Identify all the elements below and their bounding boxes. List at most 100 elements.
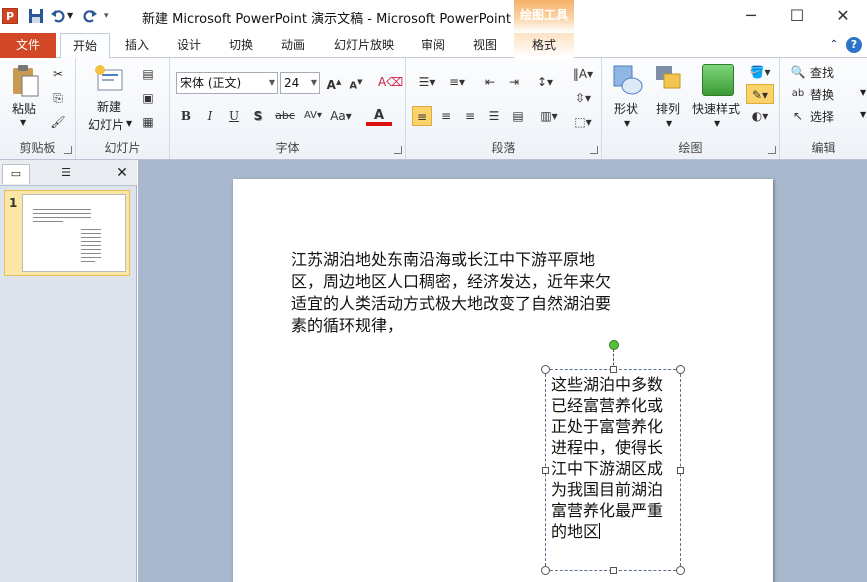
- select-icon[interactable]: ↖: [788, 106, 808, 126]
- maximize-icon[interactable]: ☐: [774, 0, 820, 32]
- paste-button[interactable]: 粘贴: [12, 100, 36, 117]
- minimize-icon[interactable]: ─: [728, 0, 774, 32]
- new-slide-label[interactable]: 新建: [97, 98, 121, 115]
- minimize-ribbon-icon[interactable]: ⌃: [826, 33, 842, 58]
- align-right-icon[interactable]: ≡: [460, 106, 480, 126]
- shrink-font-icon[interactable]: A▼: [346, 72, 366, 92]
- slides-tab-icon[interactable]: ▭: [2, 164, 30, 184]
- increase-indent-icon[interactable]: ⇥: [504, 72, 524, 92]
- quick-styles-button[interactable]: 快速样式: [692, 100, 740, 117]
- format-painter-icon[interactable]: 🖌: [48, 112, 68, 132]
- font-size-dropdown-icon[interactable]: ▼: [311, 73, 317, 93]
- italic-icon[interactable]: I: [200, 106, 220, 126]
- find-button[interactable]: 查找: [810, 64, 834, 81]
- underline-icon[interactable]: U: [224, 106, 244, 126]
- tab-insert[interactable]: 插入: [114, 33, 160, 58]
- align-text-icon[interactable]: ⇳▾: [570, 88, 596, 108]
- find-icon[interactable]: 🔍: [788, 62, 808, 82]
- font-size-combo[interactable]: 24 ▼: [280, 72, 320, 94]
- text-direction-icon[interactable]: ‖A▾: [570, 64, 596, 84]
- slide-canvas[interactable]: 江苏湖泊地处东南沿海或长江中下游平原地区，周边地区人口稠密，经济发达，近年来欠适…: [233, 179, 773, 582]
- resize-handle-bottom-left[interactable]: [541, 566, 550, 575]
- new-slide-dropdown-icon[interactable]: ▼: [126, 119, 132, 128]
- clipboard-launcher-icon[interactable]: [64, 146, 72, 154]
- section-icon[interactable]: ▦: [138, 112, 158, 132]
- arrange-dropdown-icon[interactable]: ▼: [666, 119, 672, 128]
- shadow-icon[interactable]: S: [248, 106, 268, 126]
- selected-text-box[interactable]: 这些湖泊中多数已经富营养化或正处于富营养化进程中，使得长江中下游湖区成为我国目前…: [541, 340, 685, 575]
- distributed-icon[interactable]: ▤: [508, 106, 528, 126]
- char-spacing-icon[interactable]: AV▾: [300, 106, 326, 126]
- font-launcher-icon[interactable]: [394, 146, 402, 154]
- slide-thumbnail[interactable]: [22, 194, 126, 272]
- quick-styles-icon[interactable]: [702, 64, 734, 96]
- bold-icon[interactable]: B: [176, 106, 196, 126]
- resize-handle-top-right[interactable]: [676, 365, 685, 374]
- replace-button[interactable]: 替换: [810, 86, 834, 103]
- arrange-button[interactable]: 排列: [656, 100, 680, 117]
- align-left-icon[interactable]: ≡: [412, 106, 432, 126]
- align-center-icon[interactable]: ≡: [436, 106, 456, 126]
- drawing-launcher-icon[interactable]: [768, 146, 776, 154]
- bullets-icon[interactable]: ☰▾: [414, 72, 440, 92]
- resize-handle-top-left[interactable]: [541, 365, 550, 374]
- tab-home[interactable]: 开始: [60, 33, 110, 59]
- resize-handle-left[interactable]: [542, 467, 549, 474]
- paragraph-launcher-icon[interactable]: [590, 146, 598, 154]
- help-icon[interactable]: ?: [846, 37, 862, 53]
- shapes-icon[interactable]: [612, 64, 644, 96]
- powerpoint-logo-icon[interactable]: P: [2, 8, 18, 24]
- tab-animations[interactable]: 动画: [270, 33, 316, 58]
- clear-formatting-icon[interactable]: A⌫: [378, 72, 403, 92]
- justify-icon[interactable]: ☰: [484, 106, 504, 126]
- paste-icon[interactable]: [10, 64, 40, 98]
- rotation-handle[interactable]: [609, 340, 619, 350]
- tab-transitions[interactable]: 切换: [218, 33, 264, 58]
- shape-effects-icon[interactable]: ◐▾: [746, 106, 774, 126]
- layout-icon[interactable]: ▤: [138, 64, 158, 84]
- customize-toolbar-icon[interactable]: ▾: [104, 8, 120, 24]
- replace-dropdown-icon[interactable]: ▼: [860, 88, 866, 97]
- reset-icon[interactable]: ▣: [138, 88, 158, 108]
- shapes-button[interactable]: 形状: [614, 100, 638, 117]
- shapes-dropdown-icon[interactable]: ▼: [624, 119, 630, 128]
- tab-format[interactable]: 格式: [514, 33, 574, 58]
- select-dropdown-icon[interactable]: ▼: [860, 110, 866, 119]
- shape-outline-icon[interactable]: ✎▾: [746, 84, 774, 104]
- new-slide-icon[interactable]: [94, 64, 124, 94]
- tab-slideshow[interactable]: 幻灯片放映: [326, 33, 402, 58]
- close-icon[interactable]: ✕: [820, 0, 866, 32]
- grow-font-icon[interactable]: A▲: [324, 72, 344, 92]
- smartart-icon[interactable]: ⬚▾: [570, 112, 596, 132]
- tab-file[interactable]: 文件: [0, 33, 56, 58]
- save-icon[interactable]: [28, 8, 44, 24]
- undo-icon[interactable]: [50, 8, 66, 24]
- font-color-icon[interactable]: A: [366, 106, 392, 126]
- outline-tab-icon[interactable]: ☰: [52, 164, 80, 184]
- resize-handle-bottom[interactable]: [610, 567, 617, 574]
- undo-dropdown-icon[interactable]: ▼: [67, 8, 83, 24]
- replace-icon[interactable]: ab: [788, 84, 808, 104]
- resize-handle-bottom-right[interactable]: [676, 566, 685, 575]
- font-name-dropdown-icon[interactable]: ▼: [269, 73, 275, 93]
- new-slide-label-2[interactable]: 幻灯片: [88, 116, 124, 133]
- tab-view[interactable]: 视图: [462, 33, 508, 58]
- tab-review[interactable]: 审阅: [410, 33, 456, 58]
- decrease-indent-icon[interactable]: ⇤: [480, 72, 500, 92]
- font-name-combo[interactable]: 宋体 (正文) ▼: [176, 72, 278, 94]
- text-paragraph-2[interactable]: 这些湖泊中多数已经富营养化或正处于富营养化进程中，使得长江中下游湖区成为我国目前…: [551, 374, 676, 542]
- tab-design[interactable]: 设计: [166, 33, 212, 58]
- shape-fill-icon[interactable]: 🪣▾: [746, 62, 774, 82]
- columns-icon[interactable]: ▥▾: [536, 106, 562, 126]
- copy-icon[interactable]: ⎘: [48, 88, 68, 108]
- change-case-icon[interactable]: Aa▾: [328, 106, 354, 126]
- cut-icon[interactable]: ✂: [48, 64, 68, 84]
- select-button[interactable]: 选择: [810, 108, 834, 125]
- numbering-icon[interactable]: ≡▾: [444, 72, 470, 92]
- quick-styles-dropdown-icon[interactable]: ▼: [714, 119, 720, 128]
- resize-handle-top[interactable]: [610, 366, 617, 373]
- text-paragraph-1[interactable]: 江苏湖泊地处东南沿海或长江中下游平原地区，周边地区人口稠密，经济发达，近年来欠适…: [291, 249, 621, 337]
- line-spacing-icon[interactable]: ↕▾: [532, 72, 558, 92]
- repeat-icon[interactable]: [82, 8, 98, 24]
- resize-handle-right[interactable]: [677, 467, 684, 474]
